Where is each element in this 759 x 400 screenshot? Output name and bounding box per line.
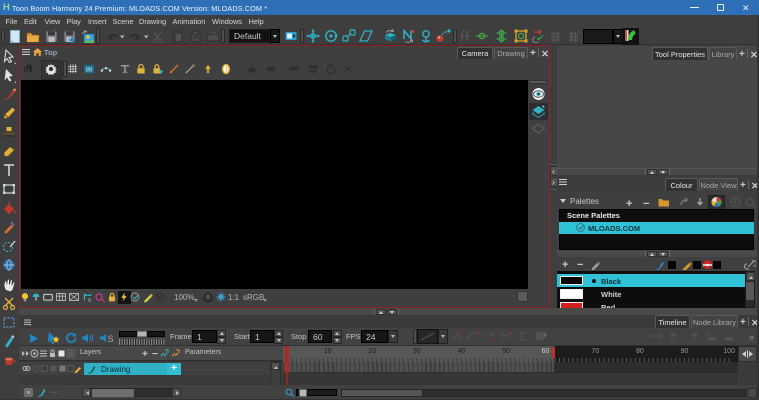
svg-text:a: a: [88, 297, 91, 302]
svg-text:88: 88: [86, 66, 93, 73]
svg-text:S: S: [108, 334, 114, 344]
svg-text:KF: KF: [670, 338, 678, 343]
svg-text:KF: KF: [690, 338, 698, 343]
